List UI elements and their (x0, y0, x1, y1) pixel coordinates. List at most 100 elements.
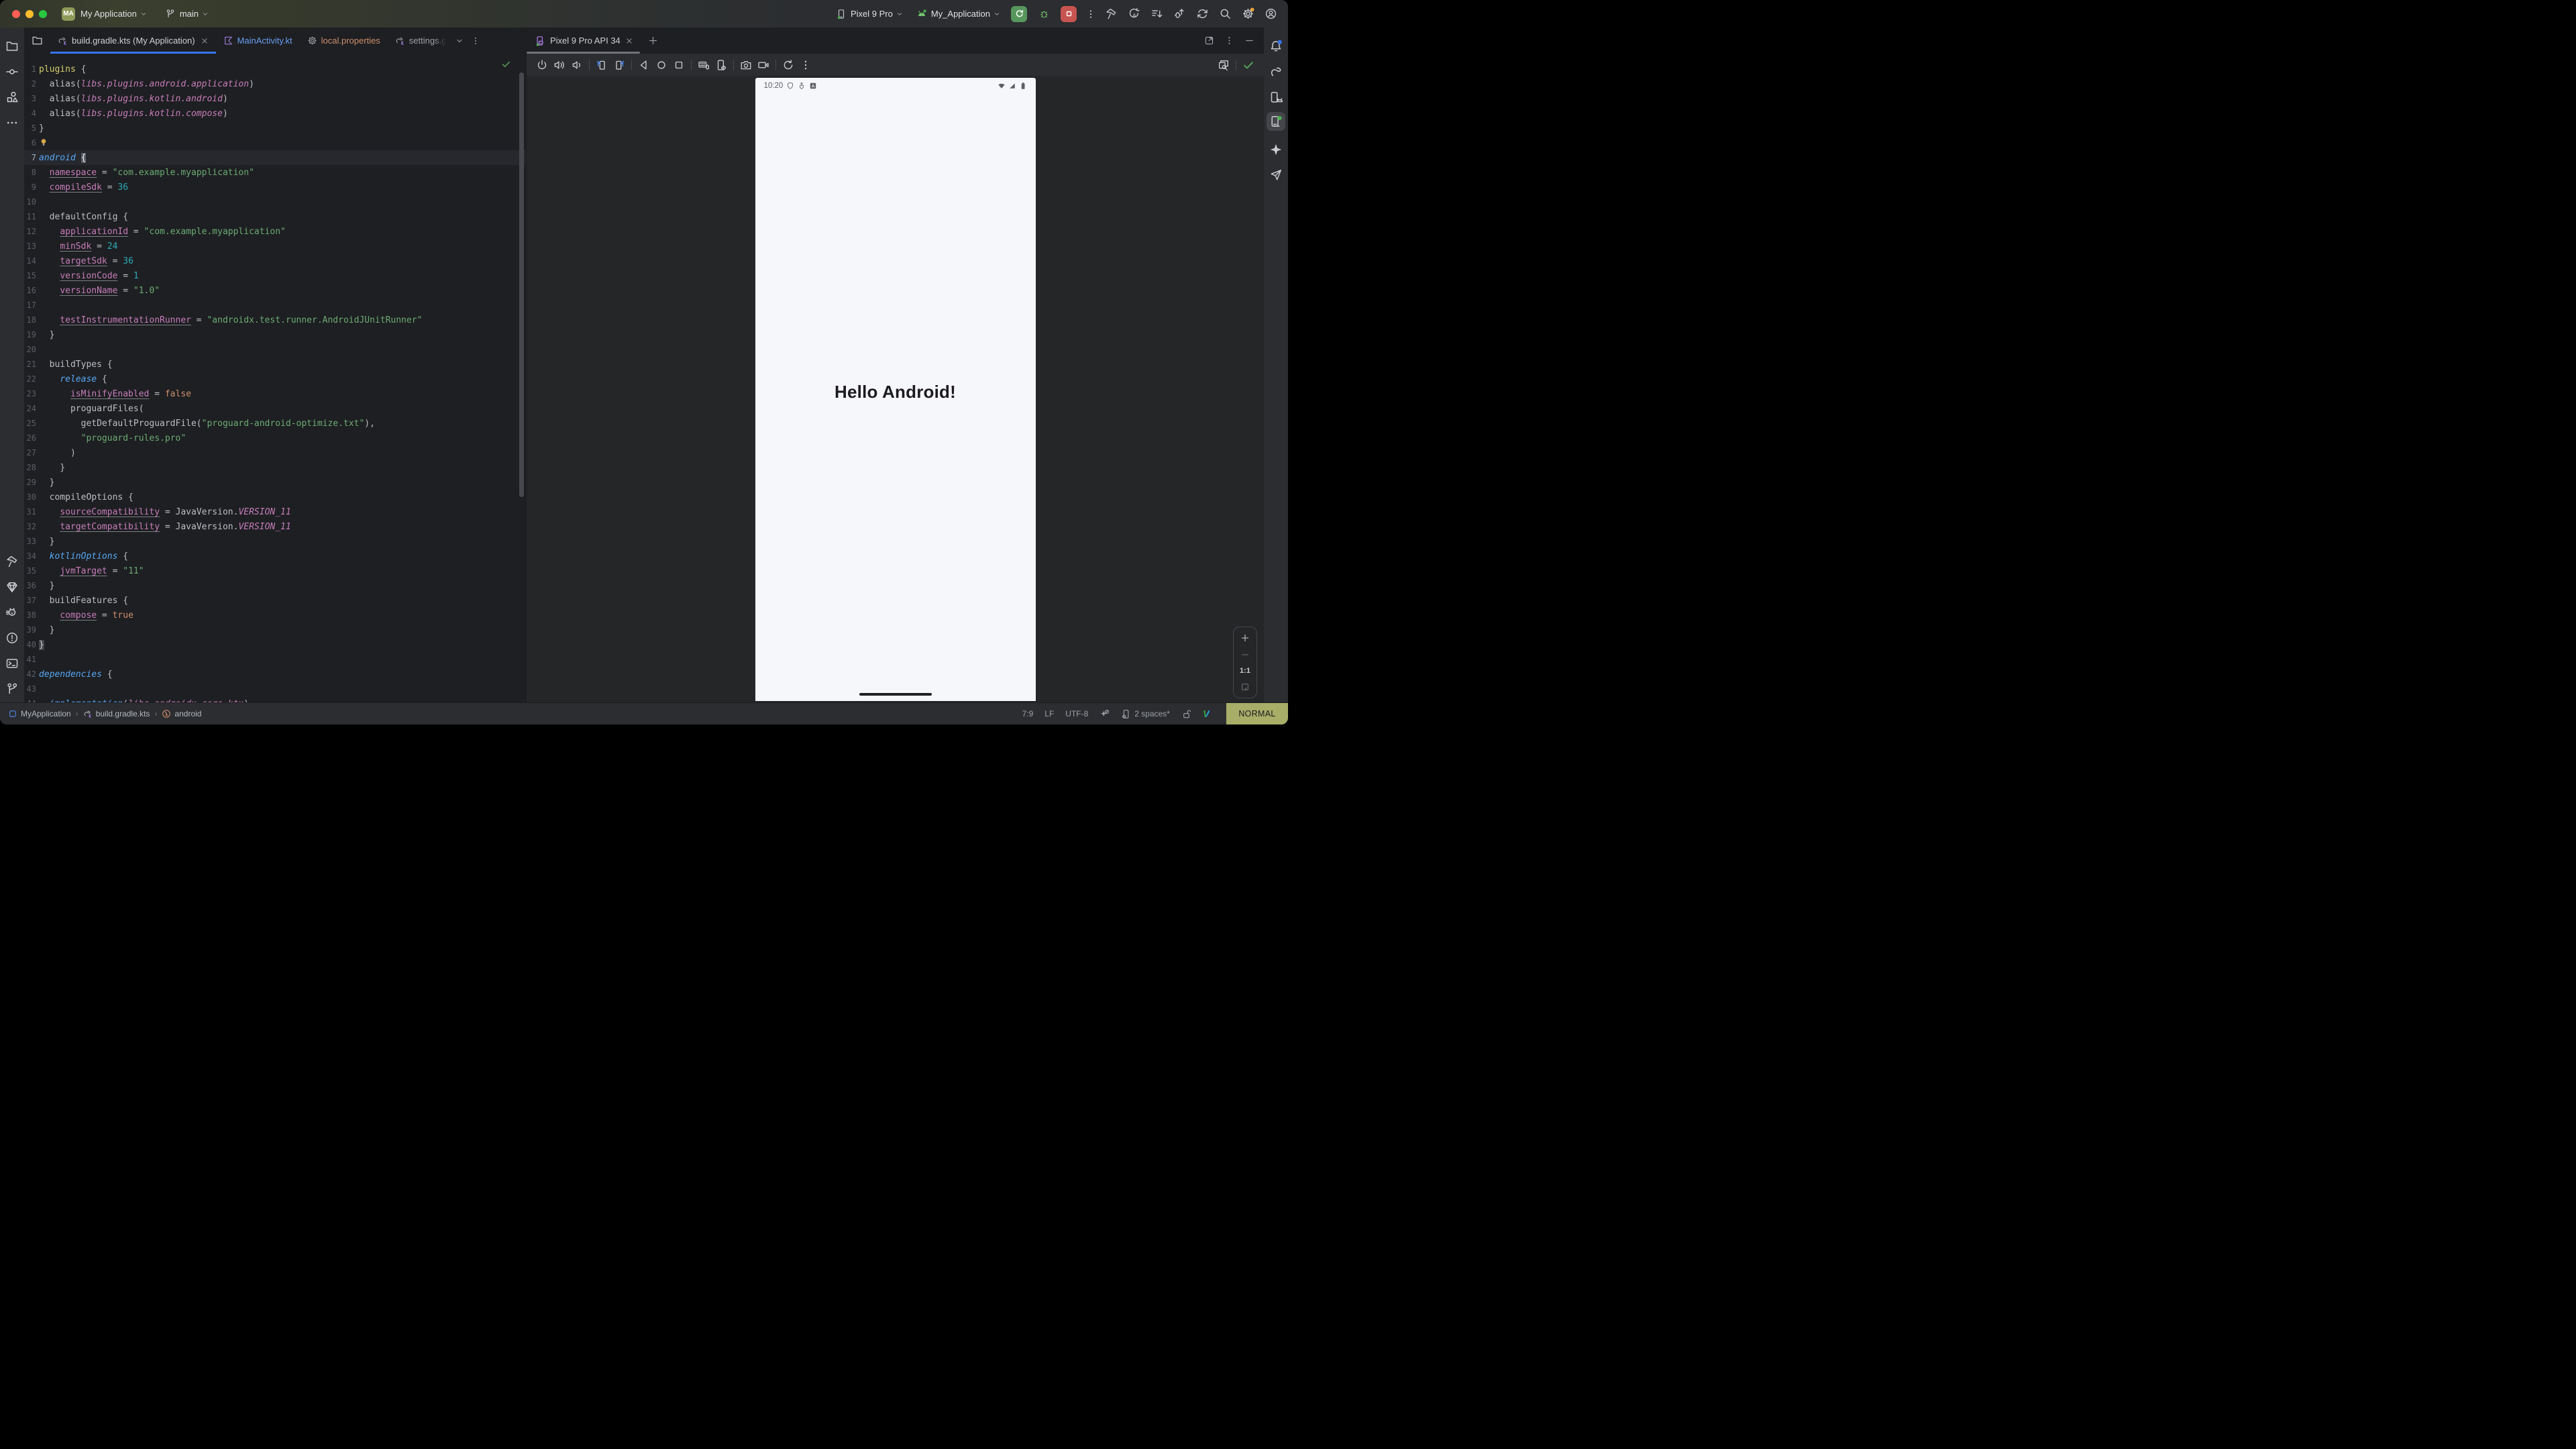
code-line-41[interactable]: 41 (24, 652, 526, 667)
code-line-14[interactable]: 14 targetSdk = 36 (24, 254, 526, 268)
code-line-19[interactable]: 19 } (24, 327, 526, 342)
more-kebab-icon[interactable] (800, 59, 812, 71)
code-line-22[interactable]: 22 release { (24, 372, 526, 386)
code-line-10[interactable]: 10 (24, 195, 526, 209)
breadcrumb-module[interactable]: MyApplication (8, 709, 71, 718)
nav-back-icon[interactable] (638, 59, 650, 71)
logcat-cat-icon[interactable] (5, 606, 19, 619)
ai-assistant-disabled-icon[interactable] (1099, 709, 1110, 719)
more-run-options-icon[interactable] (1085, 9, 1096, 19)
caret-position[interactable]: 7:9 (1022, 709, 1034, 718)
terminal-window-icon[interactable] (5, 657, 19, 670)
more-windows-icon[interactable] (5, 116, 19, 129)
close-device-tab-icon[interactable] (625, 37, 633, 45)
version-control-branch-icon[interactable] (5, 682, 19, 696)
apply-code-changes-icon[interactable] (1150, 7, 1163, 20)
vim-logo[interactable]: V (1203, 708, 1210, 720)
emulator-screen[interactable]: 10:20 A Hello Android! (755, 78, 1036, 701)
code-line-9[interactable]: 9 compileSdk = 36 (24, 180, 526, 195)
code-line-15[interactable]: 15 versionCode = 1 (24, 268, 526, 283)
running-devices-active-icon[interactable] (1267, 112, 1285, 131)
macos-traffic-lights[interactable] (12, 10, 47, 18)
code-line-39[interactable]: 39 } (24, 623, 526, 637)
code-line-8[interactable]: 8 namespace = "com.example.myapplication… (24, 165, 526, 180)
code-line-7[interactable]: 7android { (24, 150, 526, 165)
indent-widget[interactable]: 2 spaces* (1121, 709, 1170, 719)
code-line-38[interactable]: 38 compose = true (24, 608, 526, 623)
code-line-30[interactable]: 30 compileOptions { (24, 490, 526, 504)
send-plane-icon[interactable] (1269, 168, 1283, 182)
code-editor[interactable]: 1plugins {2 alias(libs.plugins.android.a… (24, 54, 526, 702)
build-hammer-icon[interactable] (5, 555, 19, 568)
search-everywhere-icon[interactable] (1219, 7, 1232, 20)
gradle-elephant-icon[interactable] (1269, 65, 1283, 78)
code-line-12[interactable]: 12 applicationId = "com.example.myapplic… (24, 224, 526, 239)
editor-scrollbar[interactable] (519, 72, 524, 497)
editor-tab-settings.g[interactable]: settings.g (388, 28, 454, 54)
project-view-toggle-icon[interactable] (32, 35, 43, 46)
structure-shapes-icon[interactable] (5, 91, 19, 104)
inspections-ok-icon[interactable] (501, 59, 511, 69)
run-configuration-selector[interactable]: My_Application (916, 9, 1001, 19)
power-icon[interactable] (536, 59, 548, 71)
nav-overview-icon[interactable] (673, 59, 685, 71)
device-manager-icon[interactable] (1269, 91, 1283, 104)
vcs-branch-widget[interactable]: main (165, 9, 209, 19)
code-line-1[interactable]: 1plugins { (24, 62, 526, 76)
line-separator[interactable]: LF (1044, 709, 1054, 718)
tab-options-icon[interactable] (471, 36, 480, 46)
close-tab-icon[interactable] (201, 37, 209, 45)
volume-down-icon[interactable] (571, 59, 583, 71)
code-line-23[interactable]: 23 isMinifyEnabled = false (24, 386, 526, 401)
rotate-left-icon[interactable] (596, 59, 608, 71)
commit-vcs-icon[interactable] (5, 65, 19, 78)
code-line-21[interactable]: 21 buildTypes { (24, 357, 526, 372)
screenshot-camera-icon[interactable] (740, 59, 752, 71)
code-line-25[interactable]: 25 getDefaultProguardFile("proguard-andr… (24, 416, 526, 431)
volume-up-icon[interactable] (553, 59, 566, 71)
apply-changes-icon[interactable]: A (1128, 7, 1140, 20)
device-selector[interactable]: Pixel 9 Pro (836, 9, 904, 19)
attach-debugger-icon[interactable] (1173, 7, 1186, 20)
device-tab[interactable]: Pixel 9 Pro API 34 (527, 28, 640, 54)
stop-app-button[interactable] (1061, 6, 1077, 22)
editor-tab-MainActivity.kt[interactable]: MainActivity.kt (216, 28, 300, 54)
snapshot-search-icon[interactable] (1218, 59, 1230, 71)
inspection-check-icon[interactable] (1242, 59, 1254, 71)
editor-tab-local.properties[interactable]: local.properties (300, 28, 388, 54)
ide-settings-icon[interactable] (1242, 7, 1254, 20)
editor-tab-build.gradle.kts[interactable]: build.gradle.kts (My Application) (50, 28, 216, 54)
code-line-24[interactable]: 24 proguardFiles( (24, 401, 526, 416)
zoom-actual-size-button[interactable]: 1:1 (1240, 667, 1250, 675)
zoom-to-fit-icon[interactable] (1240, 682, 1250, 692)
breadcrumb-file[interactable]: build.gradle.kts (83, 709, 150, 718)
app-insights-gem-icon[interactable] (5, 580, 19, 594)
code-line-5[interactable]: 5} (24, 121, 526, 136)
code-line-40[interactable]: 40} (24, 637, 526, 652)
restore-snapshot-icon[interactable] (782, 59, 794, 71)
hide-panel-icon[interactable] (1244, 36, 1254, 46)
close-window-button[interactable] (12, 10, 20, 18)
code-line-11[interactable]: 11 defaultConfig { (24, 209, 526, 224)
build-hammer-icon[interactable] (1105, 7, 1118, 20)
code-line-6[interactable]: 6 (24, 136, 526, 150)
notifications-bell-icon[interactable] (1269, 40, 1283, 53)
code-line-44[interactable]: 44 implementation(libs.androidx.core.ktx… (24, 696, 526, 702)
project-folder-icon[interactable] (5, 40, 19, 53)
code-line-13[interactable]: 13 minSdk = 24 (24, 239, 526, 254)
nav-home-icon[interactable] (655, 59, 667, 71)
code-line-35[interactable]: 35 jvmTarget = "11" (24, 564, 526, 578)
zoom-window-button[interactable] (39, 10, 47, 18)
vim-mode-badge[interactable]: NORMAL (1226, 703, 1288, 725)
code-line-3[interactable]: 3 alias(libs.plugins.kotlin.android) (24, 91, 526, 106)
sync-gradle-icon[interactable] (1196, 7, 1209, 20)
code-line-17[interactable]: 17 (24, 298, 526, 313)
code-line-18[interactable]: 18 testInstrumentationRunner = "androidx… (24, 313, 526, 327)
gemini-sparkle-icon[interactable] (1269, 143, 1283, 156)
project-widget[interactable]: MA My Application (62, 7, 148, 21)
file-encoding[interactable]: UTF-8 (1065, 709, 1088, 718)
unlock-icon[interactable] (1181, 709, 1191, 719)
minimize-window-button[interactable] (25, 10, 34, 18)
code-line-43[interactable]: 43 (24, 682, 526, 696)
zoom-out-icon[interactable] (1240, 650, 1250, 659)
